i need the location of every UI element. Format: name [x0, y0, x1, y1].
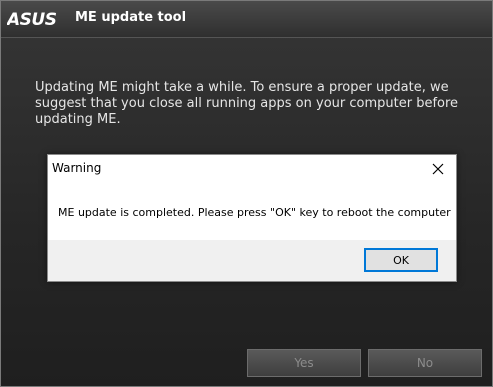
yes-button[interactable]: Yes	[247, 349, 361, 377]
ok-button-label: OK	[393, 253, 409, 267]
asus-logo: ASUS	[7, 10, 57, 30]
dialog-title: Warning	[52, 161, 102, 175]
close-icon	[432, 163, 444, 175]
yes-button-label: Yes	[294, 356, 314, 370]
no-button[interactable]: No	[368, 349, 482, 377]
no-button-label: No	[416, 356, 434, 370]
warning-dialog: Warning ME update is completed. Please p…	[47, 154, 457, 282]
update-info-text: Updating ME might take a while. To ensur…	[35, 80, 459, 127]
dialog-message: ME update is completed. Please press "OK…	[58, 206, 451, 219]
ok-button[interactable]: OK	[364, 248, 438, 272]
close-button[interactable]	[428, 159, 448, 179]
dialog-footer: OK	[48, 240, 456, 281]
svg-text:ASUS: ASUS	[7, 10, 57, 30]
app-title: ME update tool	[75, 10, 187, 25]
title-bar: ASUS ME update tool	[1, 1, 492, 38]
